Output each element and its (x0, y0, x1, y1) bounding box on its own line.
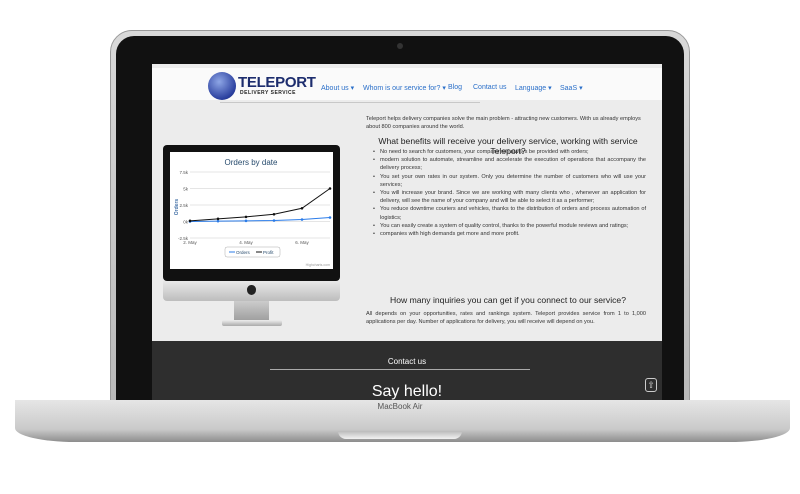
data-point (244, 219, 248, 223)
nav-saas[interactable]: SaaS ▾ (560, 84, 583, 92)
data-point (300, 218, 304, 221)
contact-footer: Contact us Say hello! ⇧ (152, 341, 662, 401)
chart-credit[interactable]: Highcharts.com (306, 263, 330, 267)
device-label: MacBook Air (377, 402, 423, 411)
navbar: TELEPORT DELIVERY SERVICE About us ▾ Who… (152, 68, 662, 100)
logo-title[interactable]: TELEPORT (238, 74, 316, 91)
list-item: modern solution to automate, streamline … (366, 156, 646, 172)
list-item: companies with high demands get more and… (366, 230, 646, 238)
apple-icon (247, 285, 256, 295)
data-point (188, 219, 192, 223)
nav-blog[interactable]: Blog (448, 84, 462, 91)
x-tick-label: 2. May (183, 240, 197, 245)
y-tick-label: 7.5k (179, 170, 188, 175)
list-item: No need to search for customers, your co… (366, 148, 646, 156)
list-item: You set your own rates in our system. On… (366, 173, 646, 189)
y-tick-label: 5k (183, 187, 189, 192)
footer-title: Contact us (387, 357, 427, 366)
benefits-list: No need to search for customers, your co… (366, 148, 646, 238)
nav-contact[interactable]: Contact us (473, 84, 506, 91)
legend-item[interactable]: Profit (263, 250, 274, 255)
y-tick-label: 0k (183, 220, 189, 225)
screen: TELEPORT DELIVERY SERVICE About us ▾ Who… (152, 64, 662, 401)
list-item: You can easily create a system of qualit… (366, 222, 646, 230)
list-item: You reduce downtime couriers and vehicle… (366, 205, 646, 221)
inquiries-heading: How many inquiries you can get if you co… (390, 295, 626, 305)
nav-whom[interactable]: Whom is our service for? ▾ (363, 84, 446, 92)
data-point (272, 219, 276, 222)
divider (220, 102, 480, 103)
data-point (328, 187, 332, 190)
data-point (216, 219, 220, 223)
nav-about[interactable]: About us ▾ (321, 84, 354, 92)
imac-chin (163, 281, 340, 301)
intro-text: Teleport helps delivery companies solve … (366, 116, 641, 131)
camera (397, 43, 403, 49)
scroll-top-button[interactable]: ⇧ (645, 378, 657, 392)
data-point (244, 215, 248, 219)
chart-title: Orders by date (225, 158, 278, 167)
data-point (216, 217, 220, 221)
imac-foot (222, 320, 282, 326)
footer-headline: Say hello! (371, 383, 443, 400)
data-point (272, 212, 276, 216)
data-point (328, 216, 332, 219)
laptop-notch (338, 431, 462, 439)
legend-item[interactable]: Orders (236, 250, 251, 255)
orders-chart: Orders by dateOrders7.5k5k2.5k0k-2.5k2. … (174, 158, 332, 267)
data-point (300, 207, 304, 210)
inquiries-text: All depends on your opportunities, rates… (366, 311, 646, 326)
nav-language[interactable]: Language ▾ (515, 84, 552, 92)
chart-panel: Orders by date Orders 7.5k 5k 2.5k 0k -2.5k 2. … (170, 152, 333, 269)
logo-subtitle: DELIVERY SERVICE (240, 90, 296, 96)
footer-divider (270, 369, 530, 370)
x-tick-label: 6. May (295, 240, 309, 245)
x-tick-label: 4. May (239, 240, 253, 245)
logo-icon (208, 72, 236, 100)
y-tick-label: 2.5k (179, 203, 188, 208)
list-item: You will increase your brand. Since we a… (366, 189, 646, 205)
